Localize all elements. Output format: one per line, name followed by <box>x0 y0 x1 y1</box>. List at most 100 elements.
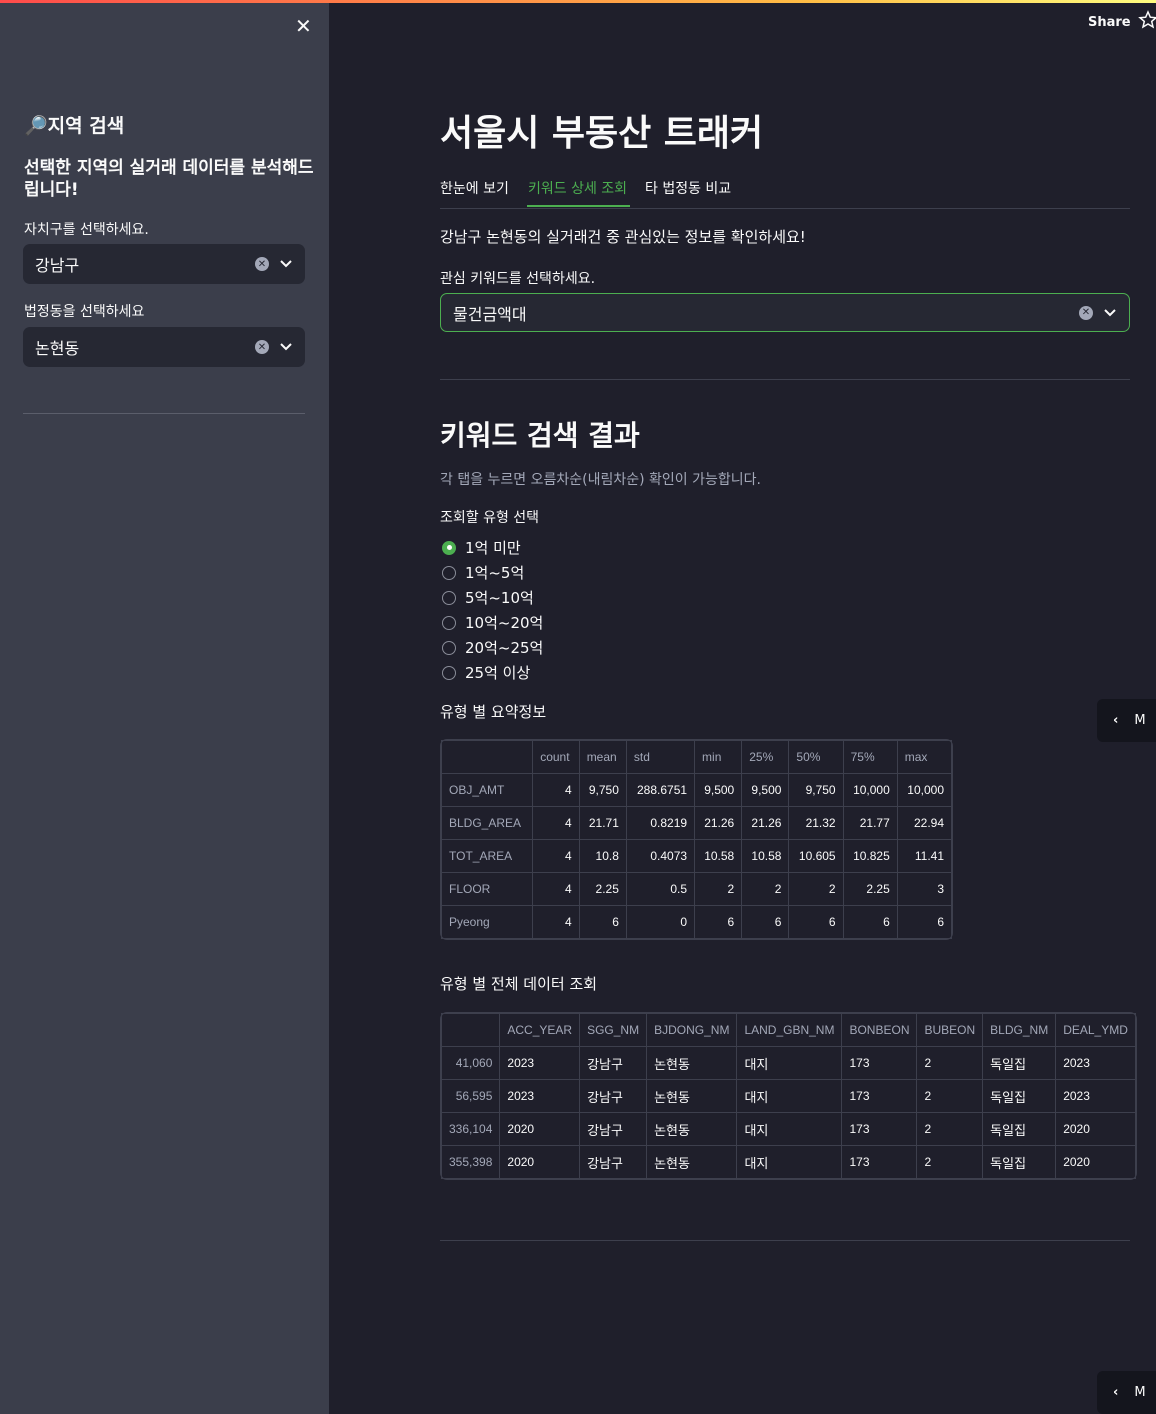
row-index: BLDG_AREA <box>440 806 534 840</box>
column-header[interactable]: LAND_GBN_NM <box>736 1013 843 1047</box>
table-cell: 2.25 <box>578 872 627 906</box>
chevron-down-icon[interactable] <box>1103 306 1117 320</box>
table-cell: 대지 <box>736 1046 843 1080</box>
radio-option-label: 5억~10억 <box>465 589 534 607</box>
clear-icon[interactable]: ✕ <box>1079 305 1093 320</box>
table-cell: 9,500 <box>741 773 790 807</box>
column-header[interactable] <box>440 1013 501 1047</box>
column-header[interactable]: BLDG_NM <box>982 1013 1057 1047</box>
radio-option-over-25[interactable]: 25억 이상 <box>442 662 530 683</box>
clear-icon[interactable]: ✕ <box>255 257 269 271</box>
table-cell: 2 <box>788 872 844 906</box>
column-header[interactable] <box>440 740 534 774</box>
star-icon[interactable] <box>1138 10 1156 30</box>
summary-table[interactable]: count mean std min 25% 50% 75% max OBJ_A… <box>440 739 953 940</box>
table-cell: 6 <box>788 905 844 939</box>
column-header[interactable]: max <box>896 740 953 774</box>
chevron-down-icon[interactable] <box>279 257 293 271</box>
tab-compare-dong[interactable]: 타 법정동 비교 <box>645 178 731 198</box>
table-cell: 22.94 <box>896 806 953 840</box>
dong-select[interactable]: 논현동 ✕ <box>23 327 305 367</box>
radio-icon <box>442 565 456 580</box>
table-cell: 독일집 <box>982 1112 1057 1146</box>
table-cell: 10.605 <box>788 839 844 873</box>
column-header[interactable]: BUBEON <box>916 1013 984 1047</box>
result-caption: 각 탭을 누르면 오름차순(내림차순) 확인이 가능합니다. <box>440 472 761 488</box>
table-cell: 6 <box>896 905 953 939</box>
table-header-row: count mean std min 25% 50% 75% max <box>440 740 953 774</box>
tab-keyword-detail[interactable]: 키워드 상세 조회 <box>528 178 627 198</box>
chevron-down-icon[interactable] <box>279 340 293 354</box>
table-cell: 4 <box>532 806 580 840</box>
radio-group-label: 조회할 유형 선택 <box>440 510 540 526</box>
table-cell: 0.4073 <box>625 839 696 873</box>
tab-overview[interactable]: 한눈에 보기 <box>440 178 509 198</box>
radio-selected-icon <box>442 540 456 555</box>
radio-option-under-1[interactable]: 1억 미만 <box>442 537 521 558</box>
expand-panel-button[interactable]: ‹ M <box>1097 699 1156 742</box>
table-cell: 173 <box>841 1046 918 1080</box>
clear-icon[interactable]: ✕ <box>255 340 269 354</box>
share-button[interactable]: Share <box>1088 15 1131 30</box>
column-header[interactable]: mean <box>578 740 627 774</box>
column-header[interactable]: min <box>694 740 743 774</box>
table-cell: 대지 <box>736 1112 843 1146</box>
table-cell: 대지 <box>736 1145 843 1179</box>
table-cell: 10,000 <box>896 773 953 807</box>
table-cell: 2 <box>916 1112 984 1146</box>
table-cell: 10.58 <box>741 839 790 873</box>
column-header[interactable]: SGG_NM <box>579 1013 648 1047</box>
table-cell: 2020 <box>499 1112 581 1146</box>
summary-label: 유형 별 요약정보 <box>440 703 547 721</box>
table-cell: 2023 <box>499 1046 581 1080</box>
row-index: 56,595 <box>440 1079 501 1113</box>
row-index: TOT_AREA <box>440 839 534 873</box>
sidebar-title: 🔎지역 검색 <box>24 115 125 137</box>
column-header[interactable]: BJDONG_NM <box>646 1013 738 1047</box>
row-index: Pyeong <box>440 905 534 939</box>
table-cell: 2 <box>916 1145 984 1179</box>
keyword-select[interactable]: 물건금액대 ✕ <box>440 293 1130 332</box>
radio-option-20-25[interactable]: 20억~25억 <box>442 637 543 658</box>
column-header[interactable]: BONBEON <box>841 1013 918 1047</box>
table-cell: 독일집 <box>982 1046 1057 1080</box>
table-cell: 4 <box>532 839 580 873</box>
row-index: OBJ_AMT <box>440 773 534 807</box>
chevron-left-icon: ‹ <box>1113 1385 1119 1400</box>
table-row: 56,595 2023 강남구 논현동 대지 173 2 독일집 2023 <box>440 1079 1136 1113</box>
column-header[interactable]: DEAL_YMD <box>1055 1013 1136 1047</box>
dong-label: 법정동을 선택하세요 <box>24 304 145 320</box>
table-cell: 21.32 <box>788 806 844 840</box>
radio-option-1-5[interactable]: 1억~5억 <box>442 562 524 583</box>
radio-option-label: 25억 이상 <box>465 664 531 682</box>
column-header[interactable]: count <box>532 740 580 774</box>
table-cell: 4 <box>532 773 580 807</box>
column-header[interactable]: 75% <box>842 740 898 774</box>
table-cell: 10.8 <box>578 839 627 873</box>
radio-icon <box>442 640 456 655</box>
table-cell: 10,000 <box>842 773 898 807</box>
table-cell: 강남구 <box>579 1046 648 1080</box>
table-row: BLDG_AREA 4 21.71 0.8219 21.26 21.26 21.… <box>440 806 953 840</box>
radio-option-10-20[interactable]: 10억~20억 <box>442 612 543 633</box>
column-header[interactable]: 50% <box>788 740 844 774</box>
expand-panel-button[interactable]: ‹ M <box>1097 1371 1156 1414</box>
table-row: 355,398 2020 강남구 논현동 대지 173 2 독일집 2020 <box>440 1145 1136 1179</box>
intro-text: 강남구 논현동의 실거래건 중 관심있는 정보를 확인하세요! <box>440 228 806 246</box>
dong-value: 논현동 <box>35 339 80 358</box>
sidebar-divider <box>23 413 305 414</box>
full-data-table[interactable]: ACC_YEAR SGG_NM BJDONG_NM LAND_GBN_NM BO… <box>440 1012 1137 1180</box>
table-cell: 9,500 <box>694 773 743 807</box>
sidebar-subtitle: 선택한 지역의 실거래 데이터를 분석해드립니다! <box>24 158 314 200</box>
column-header[interactable]: std <box>625 740 696 774</box>
district-select[interactable]: 강남구 ✕ <box>23 244 305 284</box>
column-header[interactable]: 25% <box>741 740 790 774</box>
radio-option-5-10[interactable]: 5억~10억 <box>442 587 534 608</box>
table-cell: 2020 <box>1055 1112 1136 1146</box>
full-data-label: 유형 별 전체 데이터 조회 <box>440 975 598 993</box>
keyword-value: 물건금액대 <box>453 304 527 324</box>
column-header[interactable]: ACC_YEAR <box>499 1013 581 1047</box>
table-cell: 9,750 <box>788 773 844 807</box>
table-cell: 논현동 <box>646 1112 738 1146</box>
close-sidebar-icon[interactable]: ✕ <box>295 16 312 36</box>
